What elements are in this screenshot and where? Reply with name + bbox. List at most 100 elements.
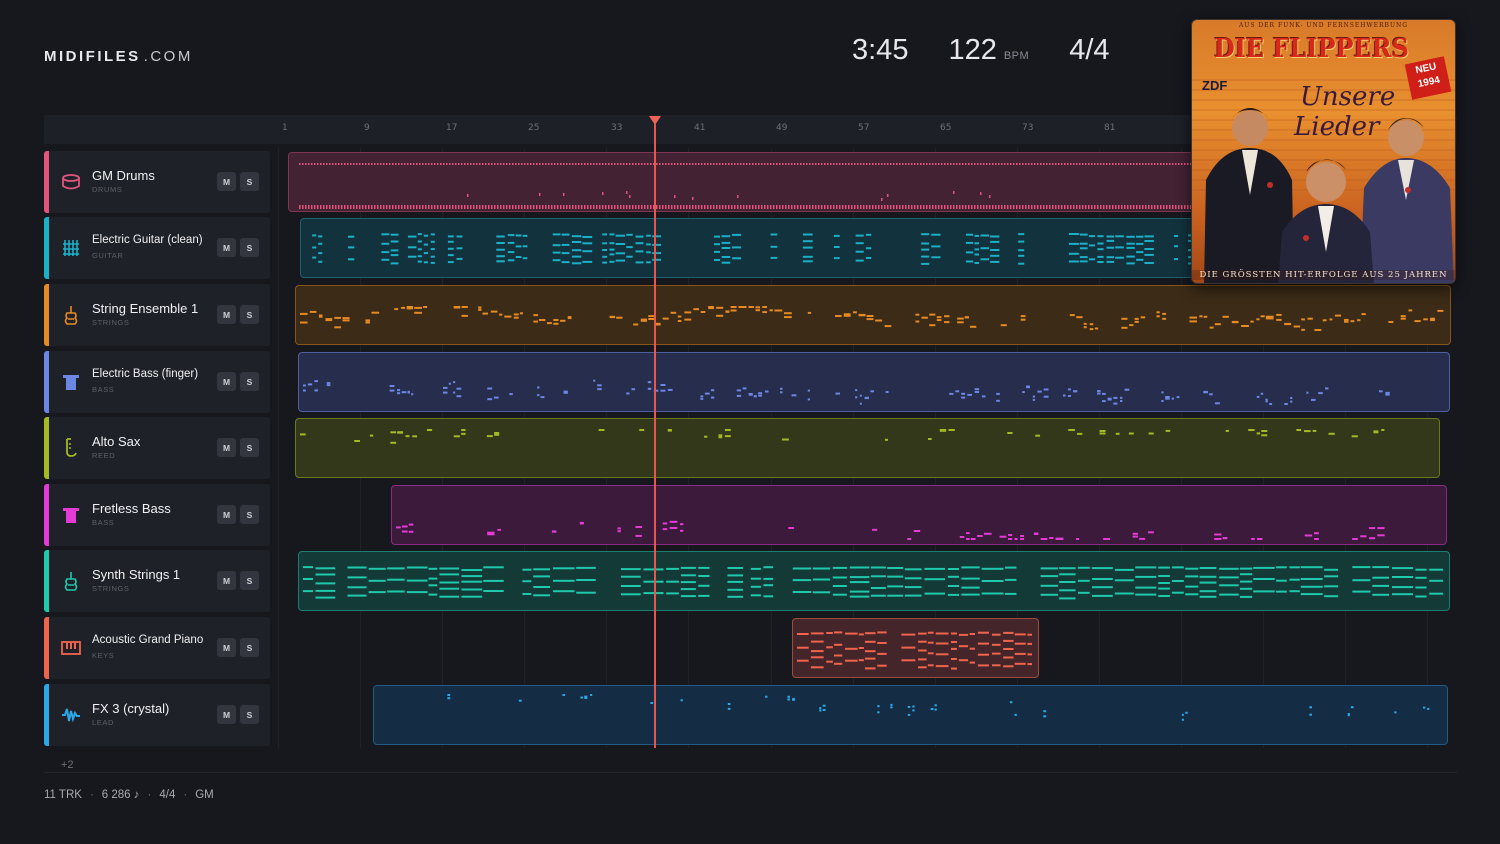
solo-button[interactable]: S — [240, 571, 259, 590]
note — [1163, 205, 1165, 209]
midi-clip-synth-strings[interactable] — [298, 551, 1450, 611]
note — [1172, 566, 1184, 569]
note — [395, 205, 397, 209]
solo-button[interactable]: S — [240, 172, 259, 191]
midi-clip-piano[interactable] — [792, 618, 1039, 678]
note — [770, 245, 778, 248]
note — [1166, 205, 1168, 209]
note — [504, 315, 512, 318]
note — [855, 389, 858, 392]
more-tracks-indicator[interactable]: +2 — [61, 759, 74, 771]
note — [698, 205, 700, 209]
track-header-string-ensemble[interactable]: String Ensemble 1 STRINGS M S — [44, 284, 270, 346]
note — [877, 652, 887, 655]
note — [552, 251, 561, 254]
note — [929, 313, 936, 316]
note — [1394, 711, 1397, 714]
track-header-fx-crystal[interactable]: FX 3 (crystal) LEAD M S — [44, 684, 270, 746]
midi-clip-sax[interactable] — [295, 418, 1440, 478]
note — [1415, 586, 1427, 589]
mute-button[interactable]: M — [217, 571, 236, 590]
note — [515, 163, 517, 165]
note — [830, 205, 832, 209]
midi-clip-strings[interactable] — [295, 285, 1451, 345]
note — [1027, 663, 1033, 666]
playhead-line[interactable] — [654, 124, 656, 748]
solo-button[interactable]: S — [240, 638, 259, 657]
note — [593, 163, 595, 165]
note — [430, 255, 435, 258]
mute-button[interactable]: M — [217, 505, 236, 524]
note — [854, 163, 856, 165]
mute-button[interactable]: M — [217, 638, 236, 657]
note — [1124, 163, 1126, 165]
midi-clip-fx[interactable] — [373, 685, 1448, 745]
note — [1007, 432, 1013, 434]
solo-button[interactable]: S — [240, 372, 259, 391]
note — [1318, 392, 1323, 395]
note — [533, 205, 535, 209]
note — [935, 642, 949, 645]
note — [704, 435, 708, 438]
solo-button[interactable]: S — [240, 505, 259, 524]
midi-standard: GM — [195, 789, 214, 801]
mute-button[interactable]: M — [217, 238, 236, 257]
mute-button[interactable]: M — [217, 705, 236, 724]
track-name: GM Drums — [92, 168, 155, 183]
note — [1107, 398, 1112, 401]
note — [1185, 593, 1199, 596]
note — [1388, 321, 1394, 323]
mute-button[interactable]: M — [217, 372, 236, 391]
track-header-fretless-bass[interactable]: Fretless Bass BASS M S — [44, 484, 270, 546]
note — [969, 647, 976, 650]
note — [934, 704, 937, 707]
note — [791, 394, 797, 397]
note — [750, 577, 761, 580]
note — [902, 205, 904, 209]
note — [407, 390, 410, 393]
mute-button[interactable]: M — [217, 438, 236, 457]
midi-clip-fretless[interactable] — [391, 485, 1447, 545]
note — [1414, 320, 1421, 323]
note — [965, 233, 974, 236]
solo-button[interactable]: S — [240, 238, 259, 257]
note — [311, 163, 313, 165]
note — [1265, 400, 1268, 403]
note — [948, 429, 955, 431]
note — [1059, 597, 1076, 600]
solo-button[interactable]: S — [240, 705, 259, 724]
track-header-gm-drums[interactable]: GM Drums DRUMS M S — [44, 151, 270, 213]
note — [1145, 163, 1147, 165]
note — [655, 322, 661, 325]
note — [935, 205, 937, 209]
note — [551, 163, 553, 165]
note — [599, 205, 601, 209]
track-color-stripe — [44, 417, 49, 479]
track-header-synth-strings[interactable]: Synth Strings 1 STRINGS M S — [44, 550, 270, 612]
track-header-acoustic-piano[interactable]: Acoustic Grand Piano KEYS M S — [44, 617, 270, 679]
note — [417, 233, 422, 236]
note — [647, 381, 652, 384]
note — [887, 567, 904, 569]
note — [968, 163, 970, 165]
solo-button[interactable]: S — [240, 438, 259, 457]
note — [537, 394, 540, 397]
note — [1068, 260, 1079, 263]
note — [315, 582, 336, 585]
wave-icon — [60, 704, 82, 726]
note — [1022, 163, 1024, 165]
note — [865, 233, 872, 236]
track-header-electric-guitar[interactable]: Electric Guitar (clean) GUITAR M S — [44, 217, 270, 279]
mute-button[interactable]: M — [217, 305, 236, 324]
mute-button[interactable]: M — [217, 172, 236, 191]
solo-button[interactable]: S — [240, 305, 259, 324]
note — [866, 205, 868, 209]
note — [1135, 575, 1157, 578]
midi-clip-bass[interactable] — [298, 352, 1450, 412]
note — [700, 397, 704, 400]
note — [1061, 163, 1063, 165]
note — [1300, 593, 1323, 596]
track-header-electric-bass[interactable]: Electric Bass (finger) BASS M S — [44, 351, 270, 413]
track-header-alto-sax[interactable]: Alto Sax REED M S — [44, 417, 270, 479]
note — [887, 594, 904, 597]
